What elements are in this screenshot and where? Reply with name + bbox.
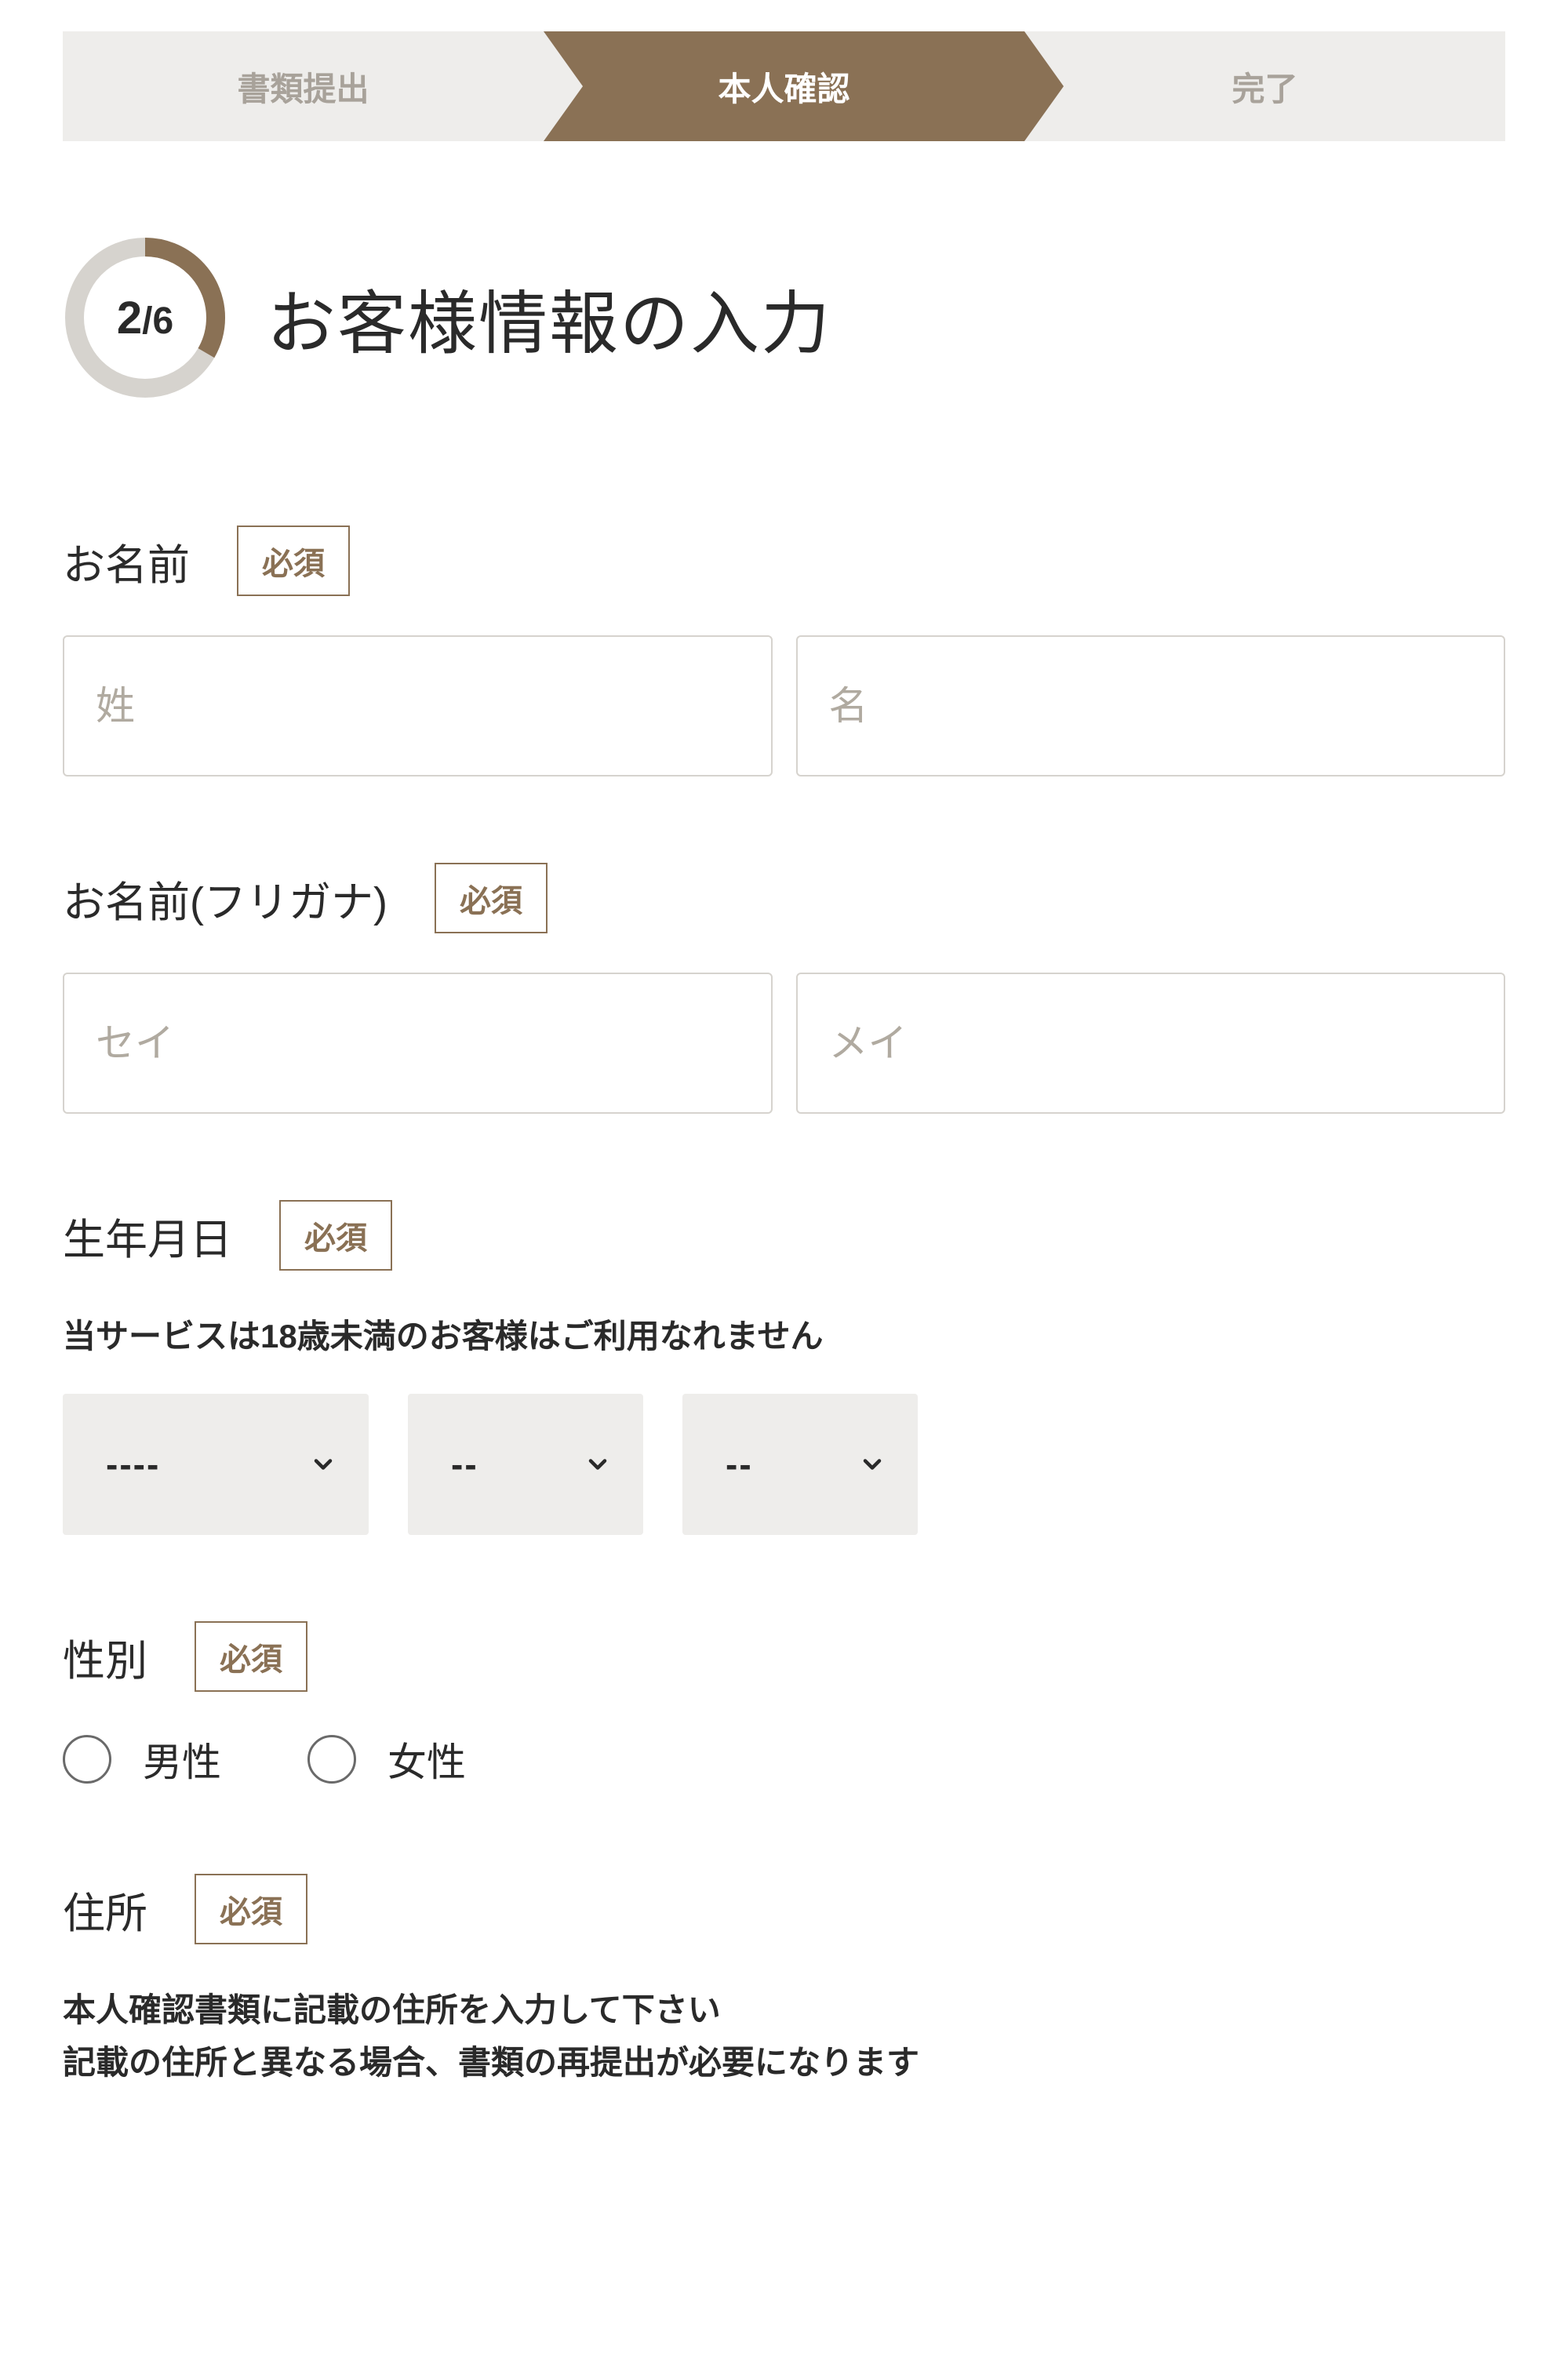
- progress-indicator: 2/6: [63, 235, 227, 400]
- first-name-input[interactable]: [796, 635, 1506, 776]
- progress-total: 6: [152, 300, 173, 342]
- required-badge: 必須: [195, 1874, 307, 1944]
- required-badge: 必須: [279, 1200, 392, 1271]
- radio-female[interactable]: 女性: [307, 1731, 466, 1787]
- day-select[interactable]: --: [682, 1394, 918, 1535]
- furigana-label: お名前(フリガナ): [63, 867, 387, 929]
- year-select[interactable]: ----: [63, 1394, 369, 1535]
- stepper: 書類提出 本人確認 完了: [63, 31, 1505, 141]
- chevron-down-icon: [584, 1450, 612, 1478]
- address-label: 住所: [63, 1878, 147, 1940]
- field-group-gender: 性別 必須 男性 女性: [63, 1621, 1505, 1787]
- progress-text: 2/6: [117, 292, 173, 344]
- step-complete: 完了: [1024, 31, 1505, 141]
- progress-sep: /: [142, 300, 152, 342]
- progress-current: 2: [117, 293, 142, 344]
- year-value: ----: [106, 1443, 160, 1486]
- radio-circle-icon: [307, 1735, 356, 1784]
- step-label: 完了: [1231, 63, 1297, 111]
- name-label: お名前: [63, 530, 190, 592]
- last-furigana-input[interactable]: [63, 973, 773, 1114]
- month-value: --: [451, 1443, 478, 1486]
- address-helper: 本人確認書類に記載の住所を入力して下さい 記載の住所と異なる場合、書類の再提出が…: [63, 1984, 1505, 2089]
- radio-female-label: 女性: [387, 1731, 466, 1787]
- required-badge: 必須: [435, 863, 548, 933]
- radio-male[interactable]: 男性: [63, 1731, 221, 1787]
- birthdate-helper: 当サービスは18歳未満のお客様はご利用なれません: [63, 1310, 1505, 1362]
- radio-circle-icon: [63, 1735, 111, 1784]
- radio-male-label: 男性: [143, 1731, 221, 1787]
- required-badge: 必須: [237, 526, 350, 596]
- step-identity: 本人確認: [544, 31, 1024, 141]
- first-furigana-input[interactable]: [796, 973, 1506, 1114]
- step-label: 書類提出: [237, 63, 369, 111]
- address-helper-line2: 記載の住所と異なる場合、書類の再提出が必要になります: [63, 2036, 1505, 2089]
- required-badge: 必須: [195, 1621, 307, 1692]
- field-group-name: お名前 必須: [63, 526, 1505, 776]
- step-label: 本人確認: [718, 63, 849, 111]
- field-group-address: 住所 必須 本人確認書類に記載の住所を入力して下さい 記載の住所と異なる場合、書…: [63, 1874, 1505, 2089]
- last-name-input[interactable]: [63, 635, 773, 776]
- field-group-birthdate: 生年月日 必須 当サービスは18歳未満のお客様はご利用なれません ---- --…: [63, 1200, 1505, 1535]
- chevron-down-icon: [858, 1450, 886, 1478]
- month-select[interactable]: --: [408, 1394, 643, 1535]
- gender-label: 性別: [63, 1626, 147, 1688]
- day-value: --: [726, 1443, 753, 1486]
- address-helper-line1: 本人確認書類に記載の住所を入力して下さい: [63, 1984, 1505, 2036]
- heading-row: 2/6 お客様情報の入力: [63, 235, 1505, 400]
- birthdate-label: 生年月日: [63, 1205, 232, 1267]
- step-documents: 書類提出: [63, 31, 544, 141]
- chevron-down-icon: [309, 1450, 337, 1478]
- page-title: お客様情報の入力: [267, 268, 831, 368]
- field-group-furigana: お名前(フリガナ) 必須: [63, 863, 1505, 1114]
